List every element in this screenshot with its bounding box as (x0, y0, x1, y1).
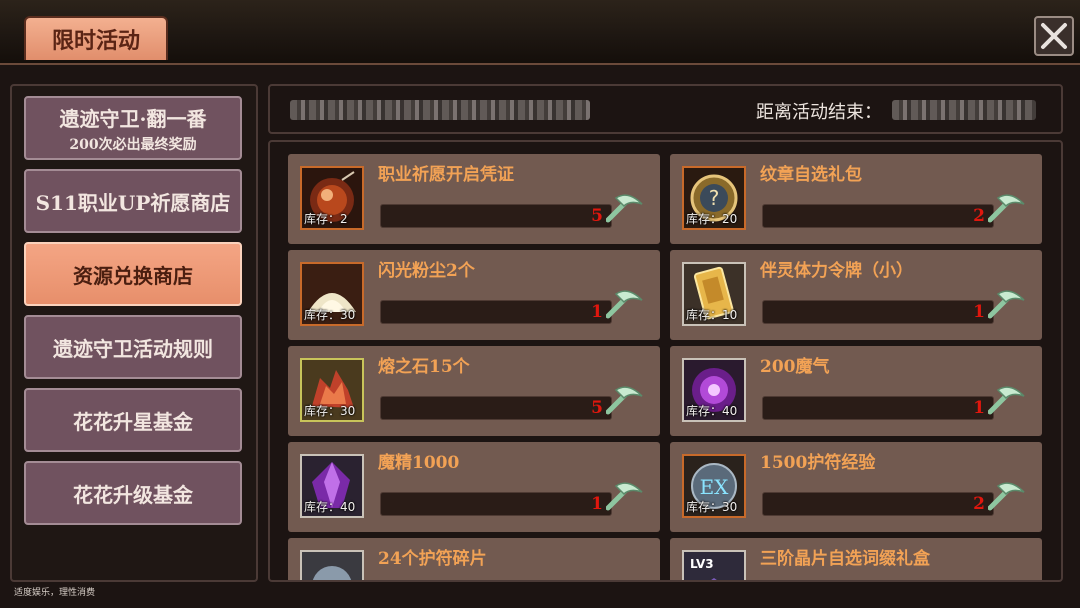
redacted-event-text (290, 100, 590, 120)
close-icon (1041, 23, 1067, 49)
item-name: 24个护符碎片 (378, 549, 487, 569)
shop-item[interactable]: ? 库存：20 纹章自选礼包 2 (670, 154, 1042, 244)
purple-crystal-icon: 库存：40 (300, 454, 364, 518)
shop-item[interactable]: LV3 三阶晶片自选词缀礼盒 (670, 538, 1042, 580)
lv3-chip-icon: LV3 (682, 550, 746, 580)
pickaxe-icon (988, 482, 1025, 511)
price-bar: 5 (380, 204, 612, 228)
sidebar: 遗迹守卫·翻一番 200次必出最终奖励 S11职业UP祈愿商店 资源兑换商店 遗… (10, 84, 258, 582)
item-name: 伴灵体力令牌（小） (760, 261, 913, 281)
stock-label: 库存：20 (686, 212, 738, 226)
sidebar-item-star-fund[interactable]: 花花升星基金 (24, 388, 242, 452)
redacted-countdown-value (892, 100, 1036, 120)
pickaxe-icon (606, 194, 643, 223)
lv3-label: LV3 (690, 557, 714, 571)
shop-item[interactable]: 库存：30 闪光粉尘2个 1 (288, 250, 660, 340)
price-bar: 1 (762, 396, 994, 420)
sidebar-item-resource-exchange[interactable]: 资源兑换商店 (24, 242, 242, 306)
sidebar-item-label: 花花升星基金 (73, 409, 193, 434)
pickaxe-icon (988, 194, 1025, 223)
price-value: 1 (591, 494, 603, 514)
stock-label: 库存：40 (686, 404, 738, 418)
shop-item[interactable]: 库存：40 200魔气 1 (670, 346, 1042, 436)
price-bar: 1 (762, 300, 994, 324)
sidebar-item-label: 资源兑换商店 (73, 263, 193, 288)
stock-label: 库存：30 (686, 500, 738, 514)
price-bar: 1 (380, 492, 612, 516)
token-icon: 库存：10 (682, 262, 746, 326)
sidebar-item-relic-guard-double[interactable]: 遗迹守卫·翻一番 200次必出最终奖励 (24, 96, 242, 160)
price-value: 5 (591, 398, 603, 418)
close-button[interactable] (1034, 16, 1074, 56)
svg-text:EX: EX (700, 475, 730, 499)
item-name: 三阶晶片自选词缀礼盒 (760, 549, 930, 569)
price-value: 1 (591, 302, 603, 322)
pickaxe-icon (988, 290, 1025, 319)
pickaxe-icon (988, 386, 1025, 415)
shop-item[interactable]: 库存：2 职业祈愿开启凭证 5 (288, 154, 660, 244)
tab-limited-events[interactable]: 限时活动 (24, 16, 168, 60)
item-name: 闪光粉尘2个 (378, 261, 475, 281)
item-name: 纹章自选礼包 (760, 165, 862, 185)
shop-item[interactable]: 库存：10 伴灵体力令牌（小） 1 (670, 250, 1042, 340)
event-info-bar: 距离活动结束： (268, 84, 1063, 134)
sidebar-item-sublabel: 200次必出最终奖励 (69, 136, 197, 153)
sidebar-item-s11-wish-shop[interactable]: S11职业UP祈愿商店 (24, 169, 242, 233)
footer-note: 适度娱乐，理性消费 (14, 588, 96, 598)
price-value: 2 (973, 494, 985, 514)
item-name: 1500护符经验 (760, 453, 876, 473)
item-name: 200魔气 (760, 357, 830, 377)
price-value: 2 (973, 206, 985, 226)
sidebar-item-label: 花花升级基金 (73, 482, 193, 507)
shop-item[interactable]: EX 库存：30 1500护符经验 2 (670, 442, 1042, 532)
shop-item[interactable]: 24个护符碎片 (288, 538, 660, 580)
sidebar-item-label: S11职业UP祈愿商店 (35, 190, 231, 215)
stock-label: 库存：30 (304, 404, 356, 418)
price-bar: 2 (762, 204, 994, 228)
price-bar: 2 (762, 492, 994, 516)
orb-icon: 库存：2 (300, 166, 364, 230)
stock-label: 库存：30 (304, 308, 356, 322)
countdown-label: 距离活动结束： (756, 102, 882, 123)
sidebar-item-label: 遗迹守卫活动规则 (53, 336, 213, 361)
shop-grid: 库存：2 职业祈愿开启凭证 5 ? 库存：20 纹章自选礼包 2 库存：30 闪… (268, 140, 1063, 582)
item-name: 魔精1000 (378, 453, 460, 473)
pickaxe-icon (606, 290, 643, 319)
dust-pile-icon: 库存：30 (300, 262, 364, 326)
item-name: 职业祈愿开启凭证 (378, 165, 514, 185)
price-value: 5 (591, 206, 603, 226)
ex-amulet-icon: EX 库存：30 (682, 454, 746, 518)
fire-stone-icon: 库存：30 (300, 358, 364, 422)
stock-label: 库存：2 (304, 212, 348, 226)
pickaxe-icon (606, 482, 643, 511)
price-value: 1 (973, 398, 985, 418)
price-bar: 1 (380, 300, 612, 324)
svg-text:?: ? (709, 186, 720, 210)
stock-label: 库存：10 (686, 308, 738, 322)
item-name: 熔之石15个 (378, 357, 470, 377)
sidebar-item-level-fund[interactable]: 花花升级基金 (24, 461, 242, 525)
magic-orb-icon: 库存：40 (682, 358, 746, 422)
sidebar-item-relic-guard-rules[interactable]: 遗迹守卫活动规则 (24, 315, 242, 379)
stock-label: 库存：40 (304, 500, 356, 514)
price-bar: 5 (380, 396, 612, 420)
pickaxe-icon (606, 386, 643, 415)
amulet-shard-icon (300, 550, 364, 580)
shop-item[interactable]: 库存：30 熔之石15个 5 (288, 346, 660, 436)
badge-pack-icon: ? 库存：20 (682, 166, 746, 230)
shop-item[interactable]: 库存：40 魔精1000 1 (288, 442, 660, 532)
sidebar-item-label: 遗迹守卫·翻一番 (59, 106, 207, 131)
price-value: 1 (973, 302, 985, 322)
